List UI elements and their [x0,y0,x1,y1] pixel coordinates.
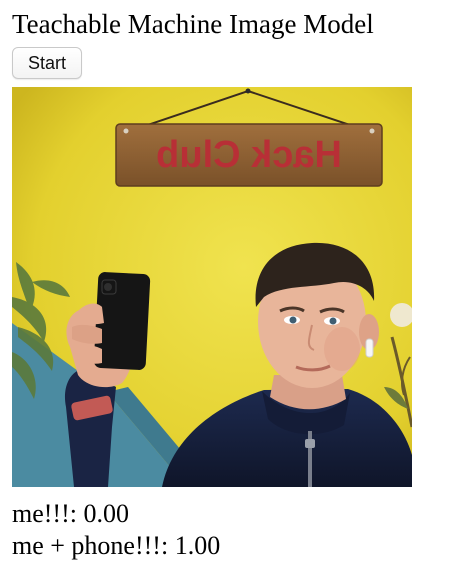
prediction-list: me!!!: 0.00 me + phone!!!: 1.00 [12,498,452,562]
earbud [365,338,374,358]
sign-text: Hack Club [156,134,342,176]
prediction-label: me!!! [12,499,70,528]
prediction-item-me-phone: me + phone!!!: 1.00 [12,531,221,560]
start-button[interactable]: Start [12,47,83,79]
webcam-canvas: Hack Club [12,87,412,487]
prediction-value: 0.00 [83,499,129,528]
prediction-item-me: me!!!: 0.00 [12,499,129,528]
webcam-frame-image: Hack Club [12,87,412,487]
page-title: Teachable Machine Image Model [12,9,374,39]
hack-club-sign: Hack Club [115,123,383,187]
prediction-value: 1.00 [174,531,221,560]
app-root: Teachable Machine Image Model Start Hack… [12,8,452,562]
prediction-label: me + phone!!! [12,531,161,560]
